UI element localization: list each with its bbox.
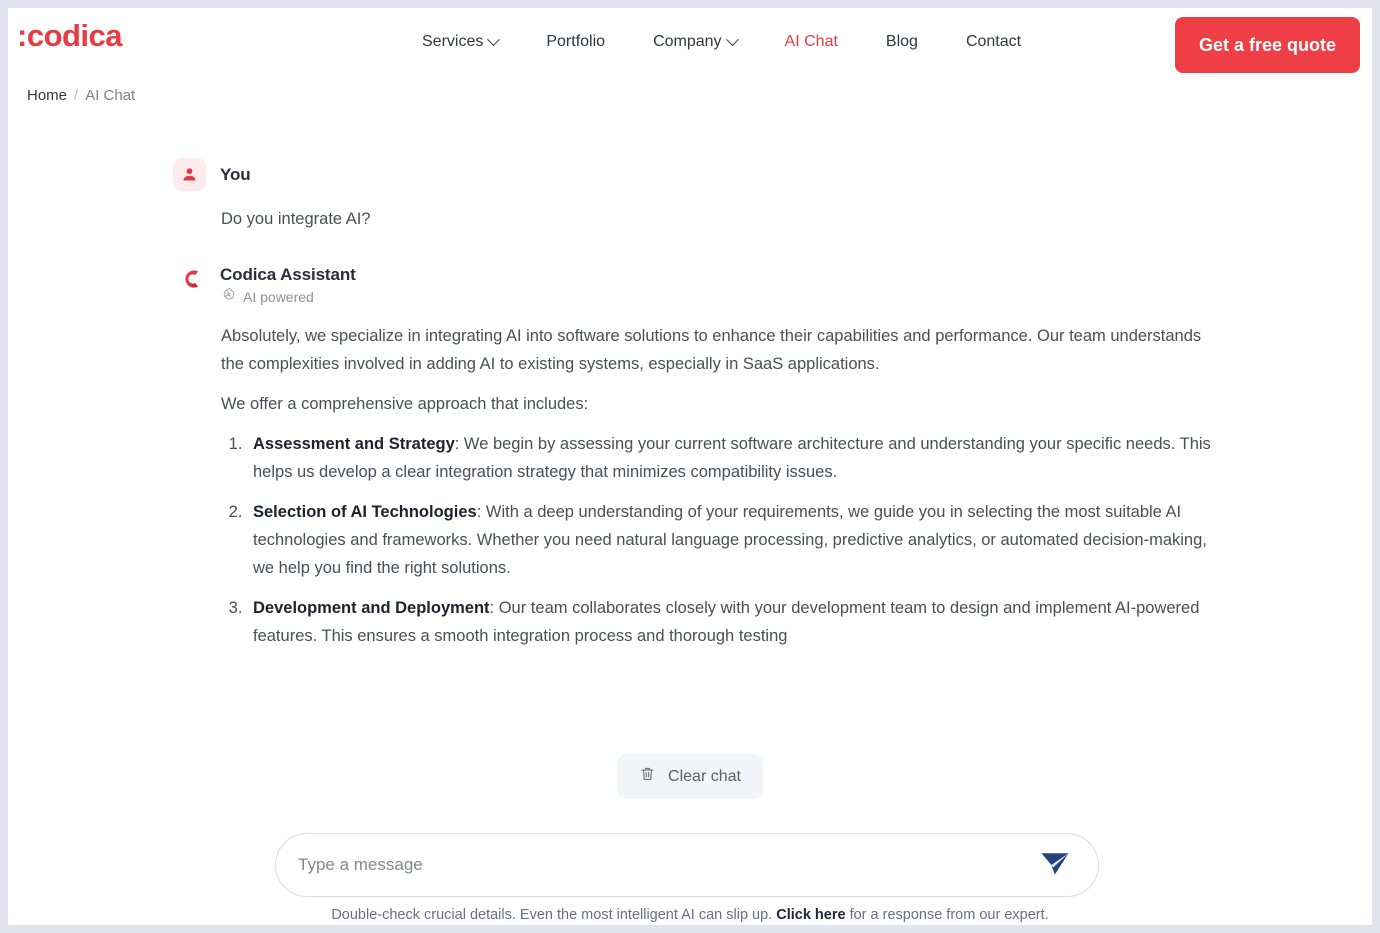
site-header: :codica Services Portfolio Company AI Ch… xyxy=(8,8,1372,76)
nav-item-label: Contact xyxy=(965,33,1022,50)
message-header: You xyxy=(173,158,1372,191)
assistant-paragraph-1: Absolutely, we specialize in integrating… xyxy=(221,327,1202,373)
nav-item-label: AI Chat xyxy=(784,33,838,50)
message-composer[interactable] xyxy=(275,833,1099,897)
send-plane-icon xyxy=(1040,851,1070,880)
list-item-title: Assessment and Strategy xyxy=(253,435,455,453)
user-icon xyxy=(173,158,206,191)
send-message-button[interactable] xyxy=(1040,851,1070,880)
list-item: Development and Deployment: Our team col… xyxy=(247,594,1221,650)
clear-chat-button[interactable]: Clear chat xyxy=(617,754,763,799)
clear-chat-container: Clear chat xyxy=(8,754,1372,799)
list-item: Selection of AI Technologies: With a dee… xyxy=(247,498,1221,582)
nav-item-services[interactable]: Services xyxy=(398,32,522,51)
message-author: Codica Assistant xyxy=(220,265,356,284)
openai-icon xyxy=(220,287,236,306)
ai-disclaimer: Double-check crucial details. Even the m… xyxy=(8,907,1372,923)
nav-item-label: Portfolio xyxy=(546,33,606,50)
list-item: Assessment and Strategy: We begin by ass… xyxy=(247,430,1221,486)
breadcrumb-separator: / xyxy=(74,87,79,104)
clear-chat-label: Clear chat xyxy=(668,767,741,785)
nav-item-portfolio[interactable]: Portfolio xyxy=(522,33,629,51)
disclaimer-text-before: Double-check crucial details. Even the m… xyxy=(331,907,777,923)
list-item-title: Development and Deployment xyxy=(253,599,490,617)
user-message-text: Do you integrate AI? xyxy=(221,210,371,228)
chevron-down-icon xyxy=(487,32,501,46)
message-header: Codica Assistant AI powered xyxy=(173,265,1372,306)
message-author: You xyxy=(220,164,251,184)
chat-message-user: You Do you integrate AI? xyxy=(173,158,1372,233)
nav-item-label: Blog xyxy=(885,33,918,50)
nav-item-blog[interactable]: Blog xyxy=(862,33,942,51)
chat-transcript[interactable]: You Do you integrate AI? Codica Assistan… xyxy=(8,158,1372,753)
breadcrumb-item-home[interactable]: Home xyxy=(27,87,67,104)
codica-logo[interactable]: :codica xyxy=(17,20,123,51)
page-container: :codica Services Portfolio Company AI Ch… xyxy=(8,8,1372,925)
ai-powered-badge: AI powered xyxy=(220,287,356,306)
breadcrumb: Home / AI Chat xyxy=(27,87,135,104)
trash-icon xyxy=(639,765,656,788)
breadcrumb-item-current: AI Chat xyxy=(85,87,136,104)
nav-item-company[interactable]: Company xyxy=(629,32,760,51)
disclaimer-text-after: for a response from our expert. xyxy=(845,907,1049,923)
assistant-message-text: Absolutely, we specialize in integrating… xyxy=(221,322,1221,650)
assistant-paragraph-2: We offer a comprehensive approach that i… xyxy=(221,395,589,413)
nav-item-label: Services xyxy=(422,33,484,50)
nav-item-ai-chat[interactable]: AI Chat xyxy=(761,33,862,51)
nav-item-contact[interactable]: Contact xyxy=(942,33,1045,51)
message-input[interactable] xyxy=(298,855,1040,875)
assistant-list: Assessment and Strategy: We begin by ass… xyxy=(247,430,1221,650)
ai-powered-label: AI powered xyxy=(243,288,314,305)
chat-message-assistant: Codica Assistant AI powered Absolutely, … xyxy=(173,265,1372,650)
get-a-free-quote-button[interactable]: Get a free quote xyxy=(1174,17,1360,73)
nav-item-label: Company xyxy=(653,33,722,50)
disclaimer-expert-link[interactable]: Click here xyxy=(776,907,845,923)
codica-c-logo-icon xyxy=(173,265,206,298)
list-item-title: Selection of AI Technologies xyxy=(253,503,477,521)
main-navigation: Services Portfolio Company AI Chat Blog … xyxy=(398,32,1045,51)
chevron-down-icon xyxy=(725,32,739,46)
